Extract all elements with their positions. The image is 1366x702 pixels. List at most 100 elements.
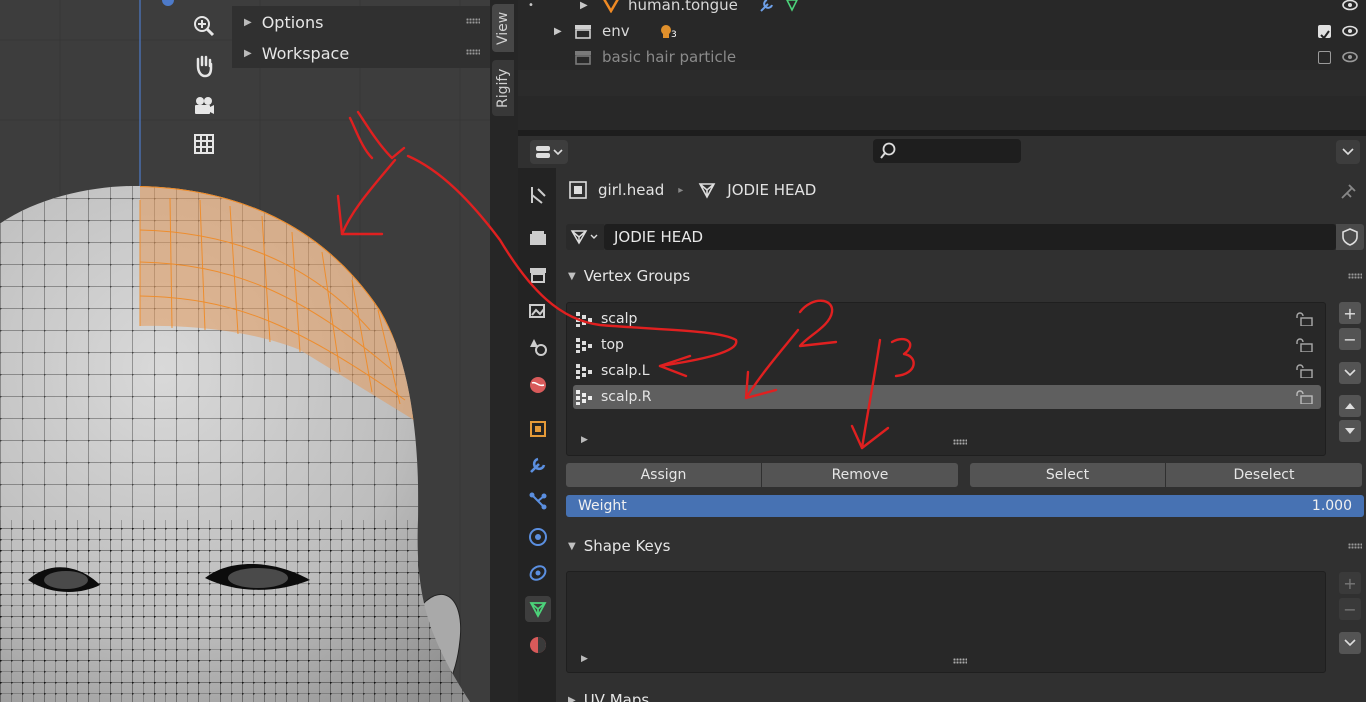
sidebar-n-panel: ▶ Options ▶ Workspace — [232, 6, 490, 68]
list-resize-grip-icon[interactable] — [953, 658, 967, 664]
list-item[interactable]: scalp — [573, 307, 1321, 331]
uv-maps-panel-header[interactable]: ▶ UV Maps — [556, 686, 1366, 702]
move-down-button[interactable] — [1339, 420, 1361, 442]
vertex-group-icon — [576, 338, 592, 353]
assign-button[interactable]: Assign — [566, 463, 761, 487]
modifier-tab-icon[interactable] — [525, 452, 551, 478]
outliner-empty-row — [518, 70, 1366, 96]
properties-editor-icon — [536, 146, 563, 158]
remove-button[interactable]: Remove — [762, 463, 958, 487]
list-item[interactable]: scalp.L — [573, 359, 1321, 383]
drag-grip-icon[interactable] — [466, 18, 480, 24]
object-tab-icon[interactable] — [525, 416, 551, 442]
weight-value: 1.000 — [1311, 498, 1352, 514]
exclude-checkbox[interactable] — [1318, 24, 1331, 40]
outliner-label: basic hair particle — [602, 48, 737, 66]
eye-icon[interactable] — [1342, 25, 1358, 37]
list-item[interactable]: top — [573, 333, 1321, 357]
zoom-icon[interactable] — [188, 10, 220, 42]
world-tab-icon[interactable] — [525, 372, 551, 398]
particles-tab-icon[interactable] — [525, 488, 551, 514]
options-dropdown-button[interactable] — [1336, 140, 1360, 164]
eye-icon[interactable] — [1342, 51, 1358, 63]
move-up-button[interactable] — [1339, 395, 1361, 417]
camera-icon[interactable] — [188, 90, 220, 122]
tab-rigify[interactable]: Rigify — [492, 60, 514, 116]
workspace-panel-header[interactable]: ▶ Workspace — [244, 41, 480, 65]
tab-view[interactable]: View — [492, 4, 514, 52]
chevron-right-icon[interactable]: ▶ — [554, 26, 562, 37]
add-vertex-group-button[interactable]: + — [1339, 302, 1361, 324]
mesh-data-icon — [698, 183, 716, 199]
chevron-right-icon: ▶ — [244, 47, 252, 59]
render-tab-icon[interactable] — [525, 226, 551, 252]
physics-tab-icon[interactable] — [525, 524, 551, 550]
drag-grip-icon[interactable] — [1348, 543, 1362, 549]
material-tab-icon[interactable] — [525, 632, 551, 658]
mesh-name-field[interactable]: JODIE HEAD — [604, 224, 1336, 250]
sidebar-tab-strip: View Rigify — [490, 0, 518, 702]
shape-keys-panel-header[interactable]: ▼ Shape Keys — [556, 532, 1366, 560]
outliner-row-basic-hair-particle[interactable]: basic hair particle — [518, 44, 1366, 70]
deselect-button[interactable]: Deselect — [1166, 463, 1362, 487]
mesh-data-icon — [786, 0, 798, 12]
unlock-icon[interactable] — [1295, 390, 1313, 404]
mesh-data-tab-icon[interactable] — [525, 596, 551, 622]
tool-tab-icon[interactable] — [525, 182, 551, 208]
unlock-icon[interactable] — [1295, 312, 1313, 326]
weight-slider[interactable]: Weight 1.000 — [566, 495, 1364, 517]
drag-grip-icon[interactable] — [1348, 273, 1362, 279]
pin-icon[interactable] — [1340, 182, 1358, 200]
unlock-icon[interactable] — [1295, 364, 1313, 378]
scene-tab-icon[interactable] — [525, 334, 551, 360]
properties-header — [518, 136, 1366, 168]
vertex-groups-title: Vertex Groups — [583, 267, 691, 285]
hand-pan-icon[interactable] — [188, 50, 220, 82]
search-input[interactable] — [873, 139, 1021, 163]
search-icon — [880, 142, 896, 159]
outliner-row-env[interactable]: ▶ env 3 — [518, 18, 1366, 44]
grid-icon[interactable] — [188, 128, 220, 160]
drag-grip-icon[interactable] — [466, 49, 480, 55]
select-button[interactable]: Select — [970, 463, 1165, 487]
remove-shape-key-button[interactable]: − — [1339, 598, 1361, 620]
vertex-group-specials-button[interactable] — [1339, 362, 1361, 384]
list-resize-grip-icon[interactable] — [953, 439, 967, 445]
vertex-groups-panel-header[interactable]: ▼ Vertex Groups — [556, 262, 1366, 290]
list-item-selected[interactable]: scalp.R — [573, 385, 1321, 409]
eye-icon[interactable] — [1342, 0, 1358, 11]
collection-icon — [575, 51, 591, 65]
shape-key-specials-button[interactable] — [1339, 632, 1361, 654]
filter-options-toggle-icon[interactable]: ▶ — [581, 435, 588, 445]
chevron-right-icon: ▶ — [244, 16, 252, 28]
vertex-group-label: scalp — [601, 311, 638, 327]
3d-viewport[interactable]: ▶ Options ▶ Workspace — [0, 0, 490, 702]
remove-vertex-group-button[interactable]: − — [1339, 328, 1361, 350]
chevron-right-icon[interactable]: ▶ — [580, 0, 588, 11]
mesh-browse-dropdown[interactable] — [566, 224, 604, 250]
filter-options-toggle-icon[interactable]: ▶ — [581, 654, 588, 664]
output-tab-icon[interactable] — [525, 262, 551, 288]
mesh-data-icon — [570, 230, 598, 245]
fake-user-shield-icon[interactable] — [1336, 224, 1364, 250]
editor-type-dropdown[interactable] — [530, 140, 568, 164]
exclude-checkbox[interactable] — [1318, 50, 1331, 64]
view-layer-tab-icon[interactable] — [525, 298, 551, 324]
properties-content: girl.head ▸ JODIE HEAD JODIE HEAD ▼ Vert… — [556, 168, 1366, 702]
outliner-row-human-tongue[interactable]: • ▶ human.tongue — [518, 0, 1366, 18]
constraints-tab-icon[interactable] — [525, 560, 551, 586]
options-label: Options — [261, 12, 324, 32]
options-panel-header[interactable]: ▶ Options — [244, 10, 480, 34]
breadcrumb-separator-icon: ▸ — [678, 184, 684, 196]
uv-maps-title: UV Maps — [583, 691, 650, 702]
breadcrumb-mesh: JODIE HEAD — [727, 181, 817, 199]
add-shape-key-button[interactable]: + — [1339, 572, 1361, 594]
vertex-group-label: scalp.R — [601, 389, 652, 405]
chevron-down-icon — [1344, 369, 1356, 377]
breadcrumb: girl.head ▸ JODIE HEAD — [568, 178, 816, 202]
outliner-label: env — [602, 22, 630, 40]
chevron-right-icon: ▶ — [568, 694, 576, 702]
head-mesh-render[interactable] — [0, 0, 490, 702]
chevron-down-icon — [1342, 148, 1354, 156]
unlock-icon[interactable] — [1295, 338, 1313, 352]
